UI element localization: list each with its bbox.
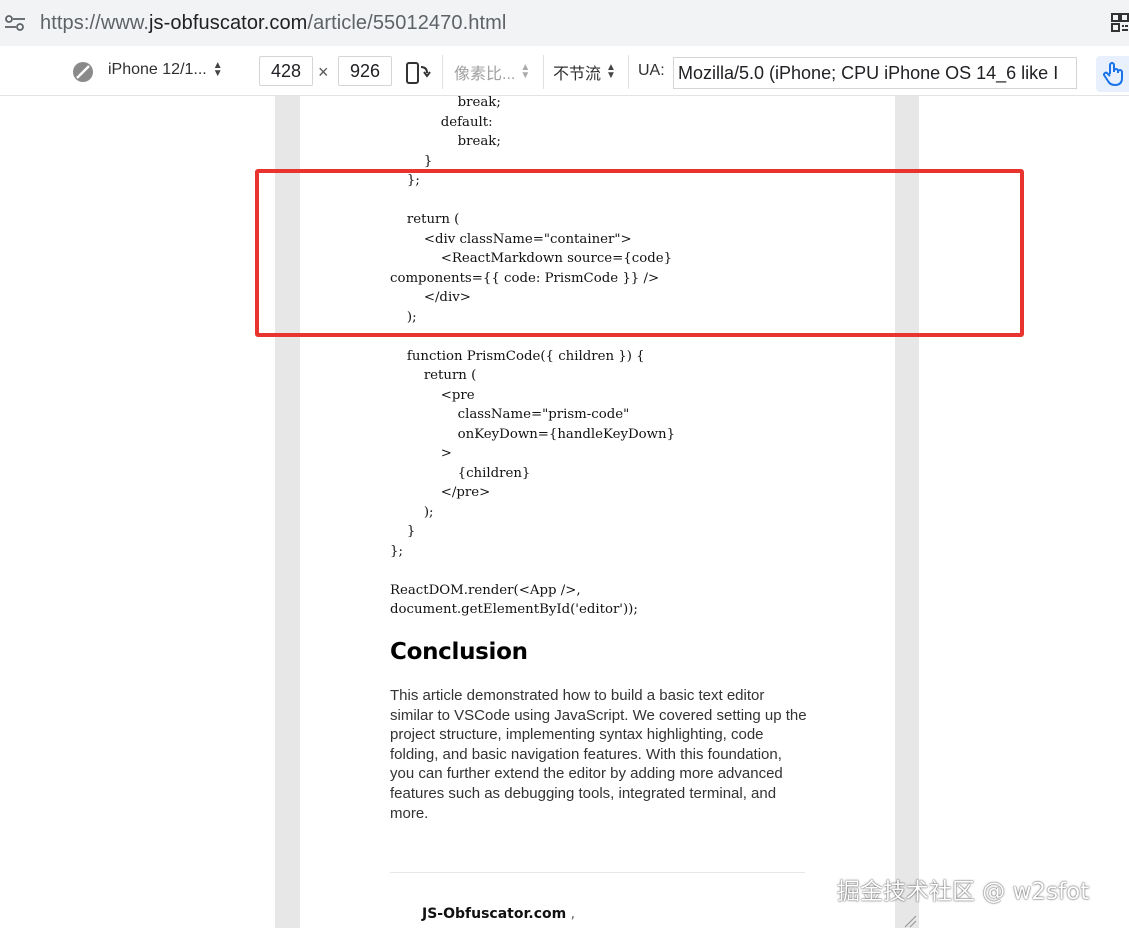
code-line: return ( (390, 368, 477, 383)
footer-divider (390, 872, 805, 873)
no-throttle-icon[interactable] (72, 61, 94, 83)
url-domain: js-obfuscator.com (149, 11, 308, 34)
address-bar: https://www.js-obfuscator.com/article/55… (0, 0, 1129, 46)
code-line: }; (390, 543, 403, 559)
select-arrows-icon: ▲ ▼ (212, 60, 223, 79)
code-line: onKeyDown={handleKeyDown} (390, 426, 676, 442)
code-line: ReactDOM.render(<App />, (390, 582, 581, 598)
toolbar-divider (442, 55, 443, 89)
width-input[interactable]: 428 (259, 56, 313, 86)
code-line: break; (390, 96, 501, 110)
code-line: document.getElementById('editor')); (390, 602, 638, 617)
select-arrows-icon: ▲ ▼ (606, 62, 616, 81)
select-arrows-icon: ▲ ▼ (520, 62, 531, 81)
tune-icon[interactable] (2, 10, 28, 36)
conclusion-paragraph: This article demonstrated how to build a… (390, 687, 807, 822)
code-line: function PrismCode({ children }) { (390, 348, 645, 364)
site-name[interactable]: JS-Obfuscator.com , (422, 906, 575, 922)
rotate-icon[interactable] (405, 61, 431, 85)
height-input[interactable]: 926 (338, 56, 392, 86)
ua-label: UA: (638, 62, 665, 79)
throttle-select[interactable]: 不节流 ▲ ▼ (553, 60, 616, 84)
ua-input[interactable]: Mozilla/5.0 (iPhone; CPU iPhone OS 14_6 … (673, 57, 1077, 89)
code-line: <pre (390, 387, 475, 403)
url-text[interactable]: https://www.js-obfuscator.com/article/55… (40, 12, 506, 35)
code-line: break; (390, 134, 501, 149)
watermark: 掘金技术社区 @ w2sfot (837, 879, 1090, 905)
toolbar-divider (543, 55, 544, 89)
dpr-select[interactable]: 像素比... ▲ ▼ (454, 60, 531, 84)
url-path: /article/55012470.html (307, 11, 507, 34)
code-line: {children} (390, 465, 531, 481)
touch-icon[interactable] (1096, 56, 1129, 92)
code-line: ); (390, 504, 434, 520)
conclusion-heading: Conclusion (390, 639, 528, 665)
site-name-comma: , (566, 906, 576, 922)
dimension-separator: × (318, 62, 329, 82)
dpr-label: 像素比... (454, 66, 516, 83)
toolbar-divider (628, 55, 629, 89)
device-select[interactable]: iPhone 12/1... ▲ ▼ (108, 60, 223, 79)
code-line: </pre> (390, 485, 491, 500)
code-line: > (390, 446, 452, 461)
highlight-box (255, 169, 1024, 337)
qr-code-icon[interactable] (1111, 12, 1129, 34)
url-prefix: https://www. (40, 11, 150, 34)
device-name: iPhone 12/1... (108, 61, 207, 78)
site-name-text: JS-Obfuscator.com (422, 906, 567, 922)
code-line: className="prism-code" (390, 407, 630, 422)
resize-handle-icon[interactable] (901, 912, 917, 928)
code-line: } (390, 524, 416, 539)
code-line: default: (390, 114, 493, 130)
throttle-label: 不节流 (553, 66, 602, 83)
